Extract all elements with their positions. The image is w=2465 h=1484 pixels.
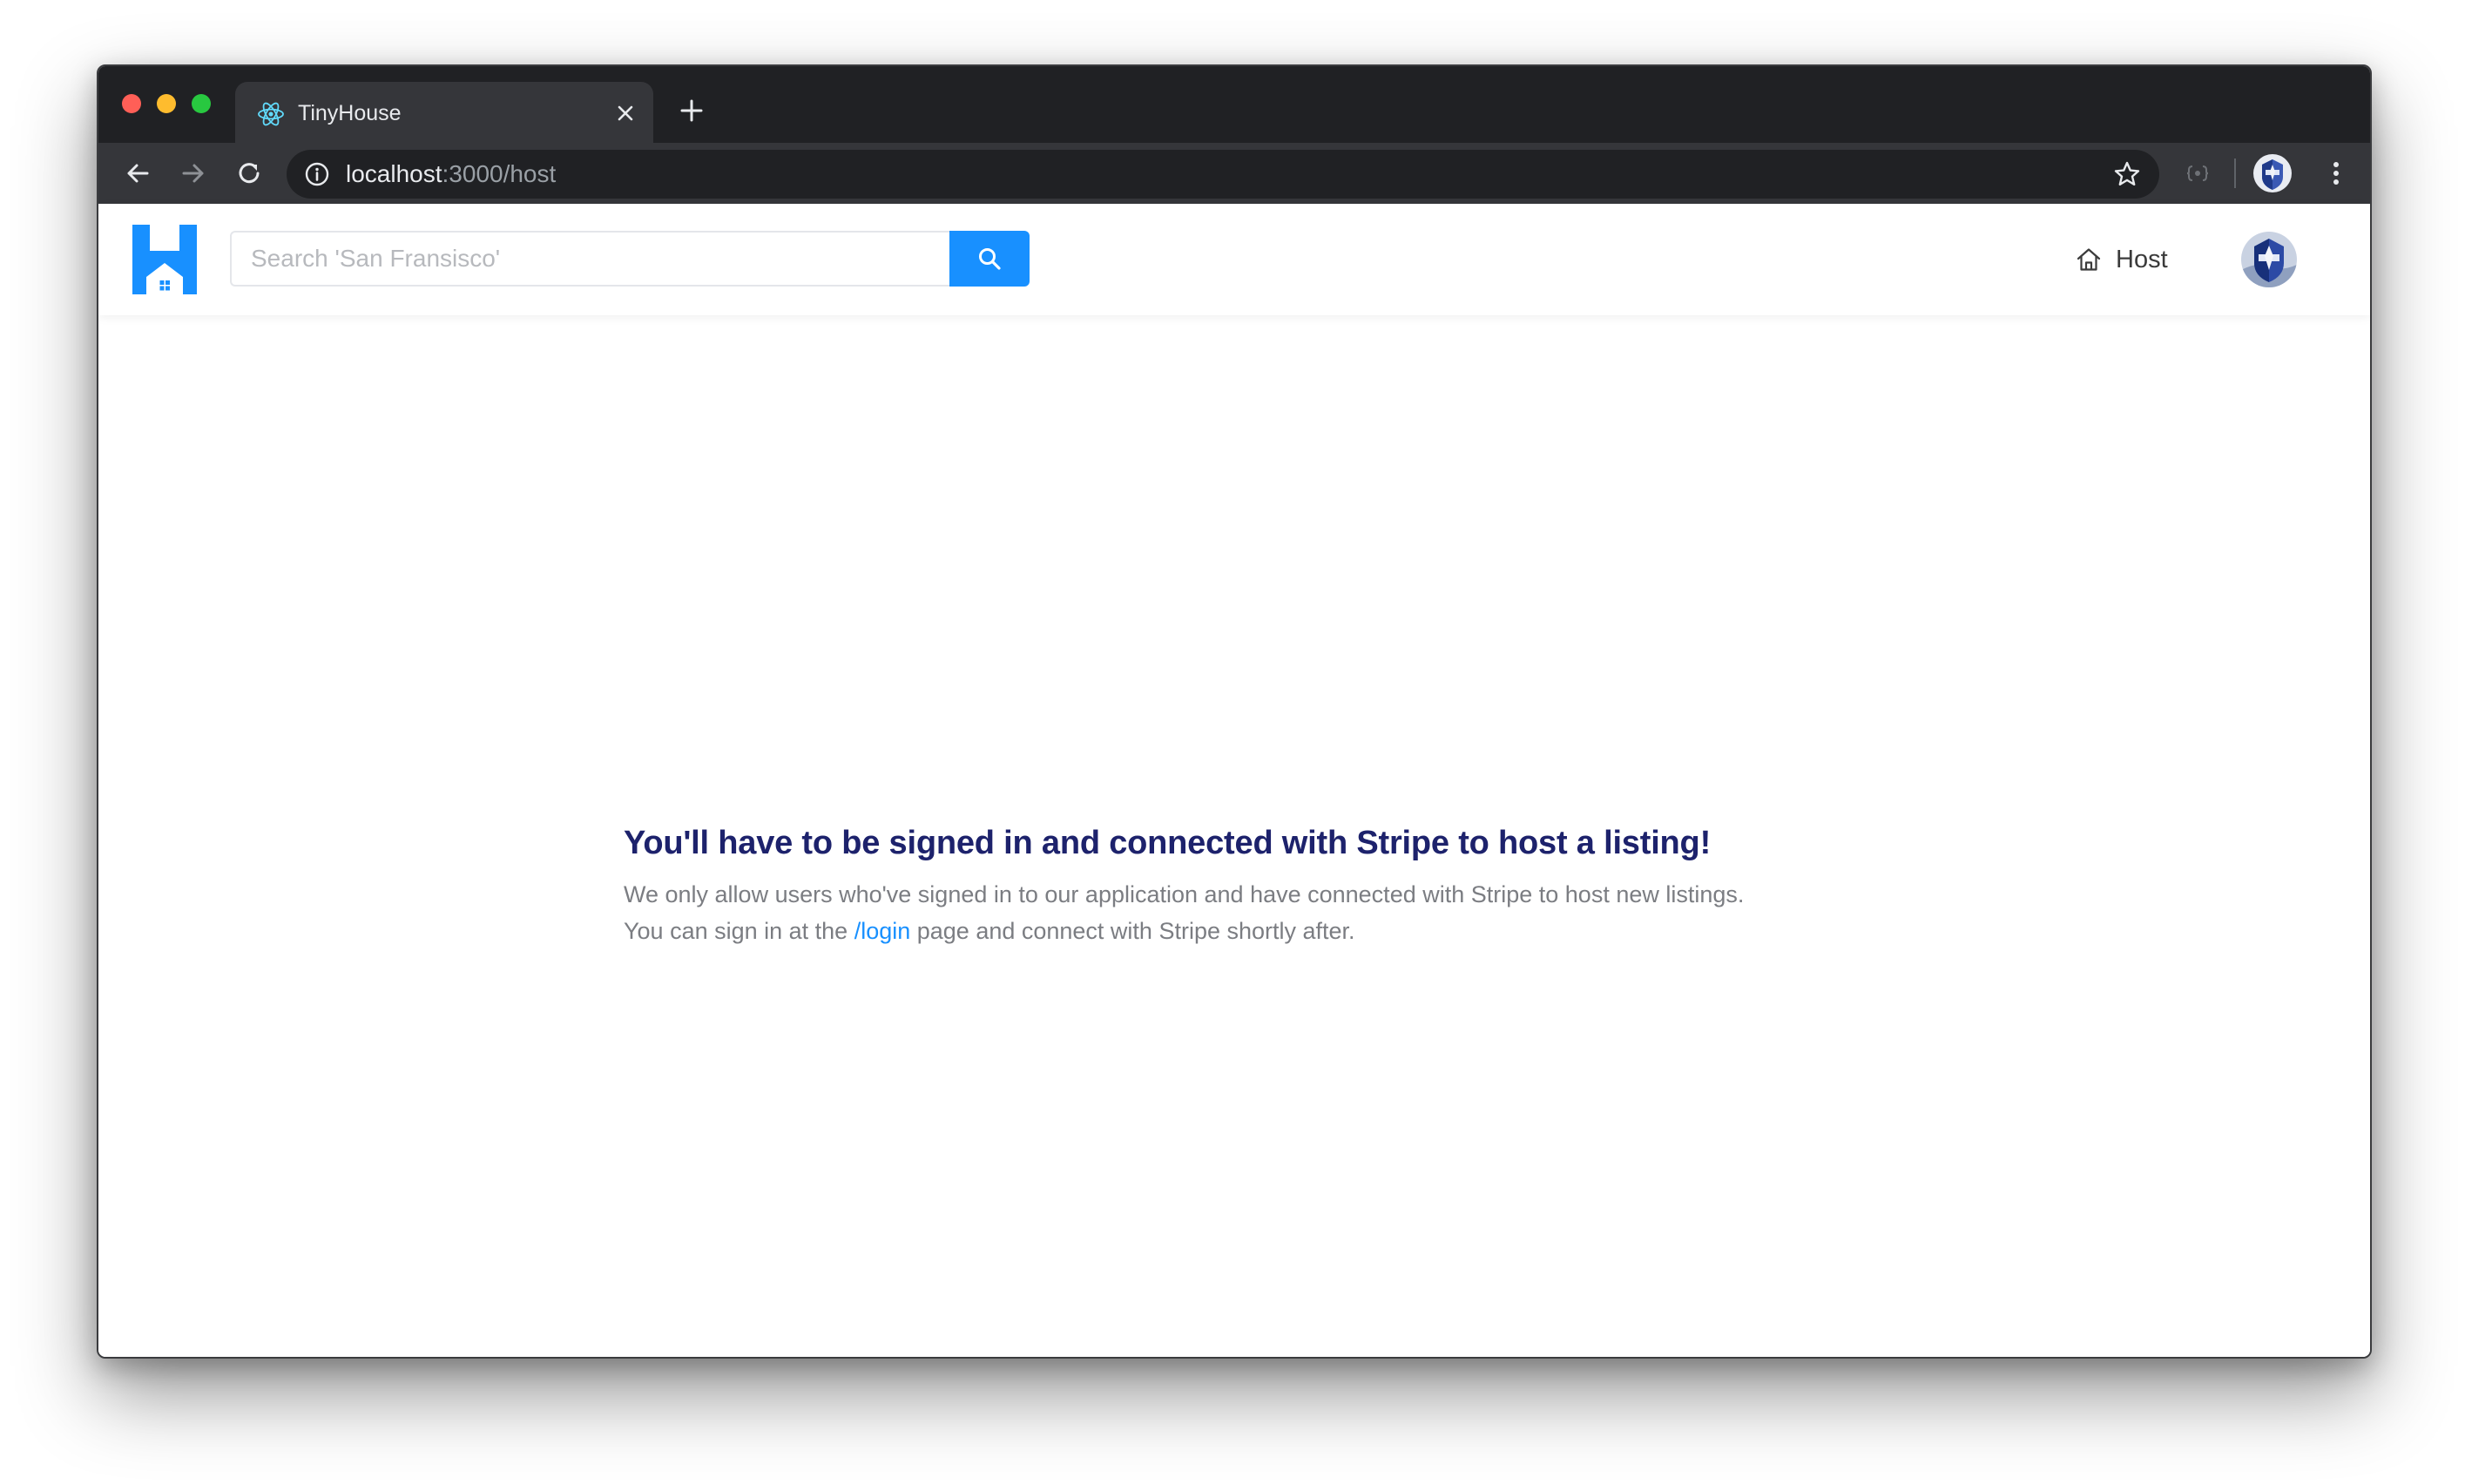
tab-title: TinyHouse: [298, 101, 402, 125]
browser-tab[interactable]: TinyHouse: [235, 82, 653, 145]
user-avatar-image: [2241, 232, 2297, 287]
login-link[interactable]: /login: [854, 918, 911, 944]
extension-icon[interactable]: [2185, 162, 2211, 185]
description-line-2-prefix: You can sign in at the: [624, 918, 854, 944]
minimize-window-button[interactable]: [157, 94, 176, 113]
toolbar-separator: [2234, 159, 2236, 188]
tinyhouse-logo[interactable]: [132, 225, 197, 294]
url-host: localhost: [346, 160, 442, 187]
host-label: Host: [2116, 245, 2168, 273]
search-bar: [230, 231, 1031, 287]
address-url: localhost:3000/host: [346, 160, 556, 188]
search-input[interactable]: [230, 231, 949, 287]
info-icon[interactable]: [304, 161, 330, 187]
description-line-1: We only allow users who've signed in to …: [624, 881, 1745, 907]
browser-toolbar: localhost:3000/host: [98, 143, 2370, 204]
profile-avatar-image: [2253, 154, 2292, 192]
reload-icon[interactable]: [233, 157, 266, 190]
close-tab-icon[interactable]: [613, 101, 638, 125]
profile-avatar[interactable]: [2253, 154, 2292, 192]
maximize-window-button[interactable]: [192, 94, 211, 113]
back-icon[interactable]: [121, 157, 154, 190]
host-nav-link[interactable]: Host: [2076, 242, 2168, 277]
user-avatar[interactable]: [2241, 232, 2297, 287]
page-description: We only allow users who've signed in to …: [624, 876, 1930, 949]
forward-icon[interactable]: [177, 157, 210, 190]
url-path: :3000/host: [442, 160, 557, 187]
home-icon: [2077, 248, 2101, 271]
new-tab-icon[interactable]: [677, 96, 706, 125]
address-bar[interactable]: localhost:3000/host: [287, 150, 2159, 199]
host-signin-message: You'll have to be signed in and connecte…: [624, 822, 1930, 949]
close-window-button[interactable]: [122, 94, 141, 113]
search-icon: [979, 248, 1001, 270]
bookmark-star-icon[interactable]: [2112, 159, 2142, 189]
browser-menu-icon[interactable]: [2320, 157, 2353, 190]
description-line-2-suffix: page and connect with Stripe shortly aft…: [910, 918, 1355, 944]
react-icon: [258, 102, 284, 126]
search-button[interactable]: [949, 231, 1030, 287]
tab-strip: TinyHouse: [98, 66, 2370, 145]
page-viewport: Host You'll have to be signed in and con…: [98, 204, 2370, 1357]
browser-window: TinyHouse localhost:3000/host Search 'Sa…: [97, 64, 2372, 1359]
page-title: You'll have to be signed in and connecte…: [624, 825, 1712, 861]
app-header: Host: [98, 204, 2370, 315]
